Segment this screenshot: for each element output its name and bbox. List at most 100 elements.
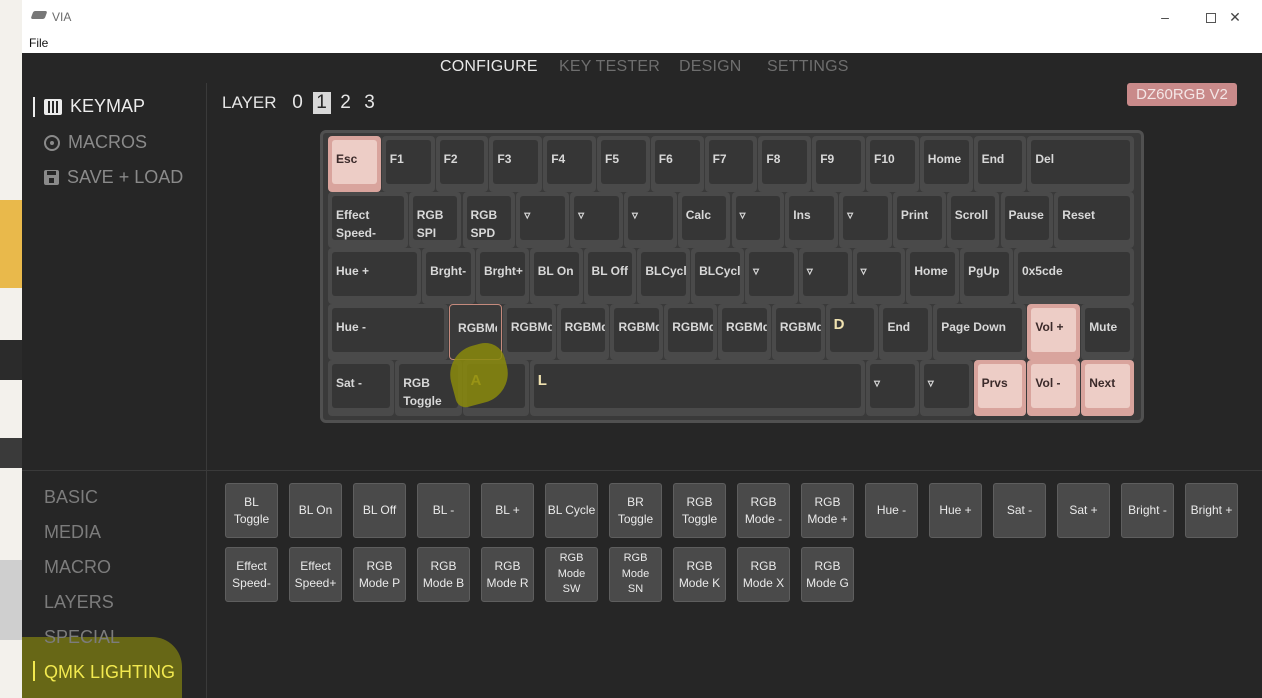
keyboard-key[interactable]: F8 [758, 136, 812, 192]
keyboard-key[interactable]: ▿ [570, 192, 623, 248]
keyboard-key[interactable]: RGBMdl [664, 304, 718, 360]
keyboard-key[interactable]: ▿ [798, 248, 852, 304]
tab-design[interactable]: DESIGN [679, 58, 742, 76]
keyboard-key[interactable]: F10 [866, 136, 919, 192]
keyboard-key[interactable]: ▿ [623, 192, 677, 248]
keycode-button[interactable]: RGB Mode R [481, 547, 534, 602]
keycode-button[interactable]: RGB Mode P [353, 547, 406, 602]
keycode-button[interactable]: Bright - [1121, 483, 1174, 538]
keyboard-key[interactable]: RGB SPD [462, 192, 516, 248]
keyboard-key[interactable]: Home [919, 136, 973, 192]
keyboard-key[interactable]: Next [1081, 360, 1134, 416]
keycode-button[interactable]: RGB Mode SN [609, 547, 662, 602]
keycode-button[interactable]: RGB Mode - [737, 483, 790, 538]
keyboard-key[interactable]: RGBMdl [610, 304, 664, 360]
keyboard-key[interactable]: Calc [677, 192, 731, 248]
keyboard-key[interactable]: Effect Speed- [328, 192, 408, 248]
keyboard-key[interactable]: F2 [435, 136, 489, 192]
keycode-button[interactable]: BL Cycle [545, 483, 598, 538]
keyboard-key[interactable]: End [879, 304, 933, 360]
keycode-button[interactable]: RGB Toggle [673, 483, 726, 538]
keycode-button[interactable]: BL Off [353, 483, 406, 538]
keyboard-key[interactable]: RGBMdl [502, 304, 556, 360]
close-button[interactable]: ✕ [1222, 6, 1248, 28]
sidebar-item-keymap[interactable]: KEYMAP [33, 96, 145, 117]
sidebar-item-save-load[interactable]: SAVE + LOAD [44, 167, 183, 188]
keycode-button[interactable]: RGB Mode SW [545, 547, 598, 602]
tab-configure[interactable]: CONFIGURE [440, 58, 538, 76]
keyboard-key[interactable]: PgUp [960, 248, 1013, 304]
keycode-button[interactable]: BL + [481, 483, 534, 538]
keyboard-key[interactable]: ▿ [731, 192, 785, 248]
category-layers[interactable]: LAYERS [44, 592, 114, 613]
keyboard-key[interactable]: F9 [812, 136, 865, 192]
keyboard-key[interactable]: ▿ [919, 360, 973, 416]
layer-0-button[interactable]: 0 [289, 92, 307, 114]
keyboard-key[interactable]: Prvs [973, 360, 1027, 416]
tab-key-tester[interactable]: KEY TESTER [559, 58, 660, 76]
category-qmk-lighting[interactable]: QMK LIGHTING [44, 662, 175, 683]
keyboard-key[interactable]: RGB SPI [408, 192, 462, 248]
keyboard-key[interactable]: F7 [704, 136, 758, 192]
keyboard-key[interactable]: Pause [1000, 192, 1054, 248]
keyboard-key[interactable]: BLCycl [691, 248, 744, 304]
keyboard-key[interactable]: End [973, 136, 1027, 192]
keyboard-key[interactable]: Print [892, 192, 946, 248]
keyboard-key[interactable]: Scroll [946, 192, 1000, 248]
layer-2-button[interactable]: 2 [337, 92, 355, 114]
keyboard-key[interactable]: ▿ [852, 248, 906, 304]
keycode-button[interactable]: RGB Mode X [737, 547, 790, 602]
keyboard-key[interactable]: Brght- [422, 248, 475, 304]
keyboard-key[interactable]: ▿ [866, 360, 919, 416]
category-media[interactable]: MEDIA [44, 522, 101, 543]
keyboard-key[interactable]: 0x5cde [1013, 248, 1134, 304]
keyboard-key[interactable]: F4 [543, 136, 596, 192]
keyboard-key[interactable]: Home [906, 248, 960, 304]
keyboard-key[interactable]: Brght+ [475, 248, 529, 304]
maximize-button[interactable] [1198, 6, 1224, 28]
minimize-button[interactable]: – [1152, 6, 1178, 28]
keyboard-key[interactable]: RGBMdl [556, 304, 610, 360]
keycode-button[interactable]: Sat + [1057, 483, 1110, 538]
keyboard-key[interactable]: Page Down [933, 304, 1027, 360]
keyboard-key[interactable]: BLCycl [637, 248, 691, 304]
keyboard-key[interactable]: F3 [489, 136, 543, 192]
layer-1-button[interactable]: 1 [312, 92, 331, 114]
keyboard-key[interactable]: Esc [328, 136, 381, 192]
tab-settings[interactable]: SETTINGS [767, 58, 849, 76]
keyboard-key[interactable]: L [529, 360, 865, 416]
keyboard-key[interactable]: Sat - [328, 360, 395, 416]
keyboard-key[interactable]: RGBMd( [771, 304, 825, 360]
category-basic[interactable]: BASIC [44, 487, 98, 508]
keycode-button[interactable]: Hue + [929, 483, 982, 538]
keycode-button[interactable]: Bright + [1185, 483, 1238, 538]
keyboard-key[interactable]: Vol + [1027, 304, 1081, 360]
keyboard-key[interactable]: ▿ [516, 192, 570, 248]
keyboard-key[interactable]: Reset [1054, 192, 1134, 248]
keyboard-key[interactable]: Hue - [328, 304, 449, 360]
keyboard-key[interactable]: ▿ [744, 248, 798, 304]
keyboard-key[interactable]: F1 [381, 136, 435, 192]
keycode-button[interactable]: RGB Mode B [417, 547, 470, 602]
keycode-button[interactable]: Hue - [865, 483, 918, 538]
keyboard-key[interactable]: Hue + [328, 248, 422, 304]
keyboard-key[interactable]: D [825, 304, 879, 360]
keycode-button[interactable]: RGB Mode K [673, 547, 726, 602]
keyboard-key[interactable]: BL Off [583, 248, 637, 304]
keyboard-key[interactable]: Del [1027, 136, 1134, 192]
keyboard-key[interactable]: Ins [785, 192, 839, 248]
keyboard-key[interactable]: Mute [1081, 304, 1134, 360]
keycode-button[interactable]: RGB Mode + [801, 483, 854, 538]
keyboard-key[interactable]: BL On [529, 248, 583, 304]
sidebar-item-macros[interactable]: MACROS [44, 132, 147, 153]
keycode-button[interactable]: Effect Speed- [225, 547, 278, 602]
keyboard-key[interactable]: RGBMd: [718, 304, 771, 360]
keycode-button[interactable]: BL On [289, 483, 342, 538]
keycode-button[interactable]: Effect Speed+ [289, 547, 342, 602]
keycode-button[interactable]: RGB Mode G [801, 547, 854, 602]
category-special[interactable]: SPECIAL [44, 627, 120, 648]
layer-3-button[interactable]: 3 [361, 92, 379, 114]
keyboard-key[interactable]: ▿ [839, 192, 892, 248]
keyboard-key[interactable]: F5 [597, 136, 650, 192]
keyboard-key[interactable]: Vol - [1027, 360, 1081, 416]
